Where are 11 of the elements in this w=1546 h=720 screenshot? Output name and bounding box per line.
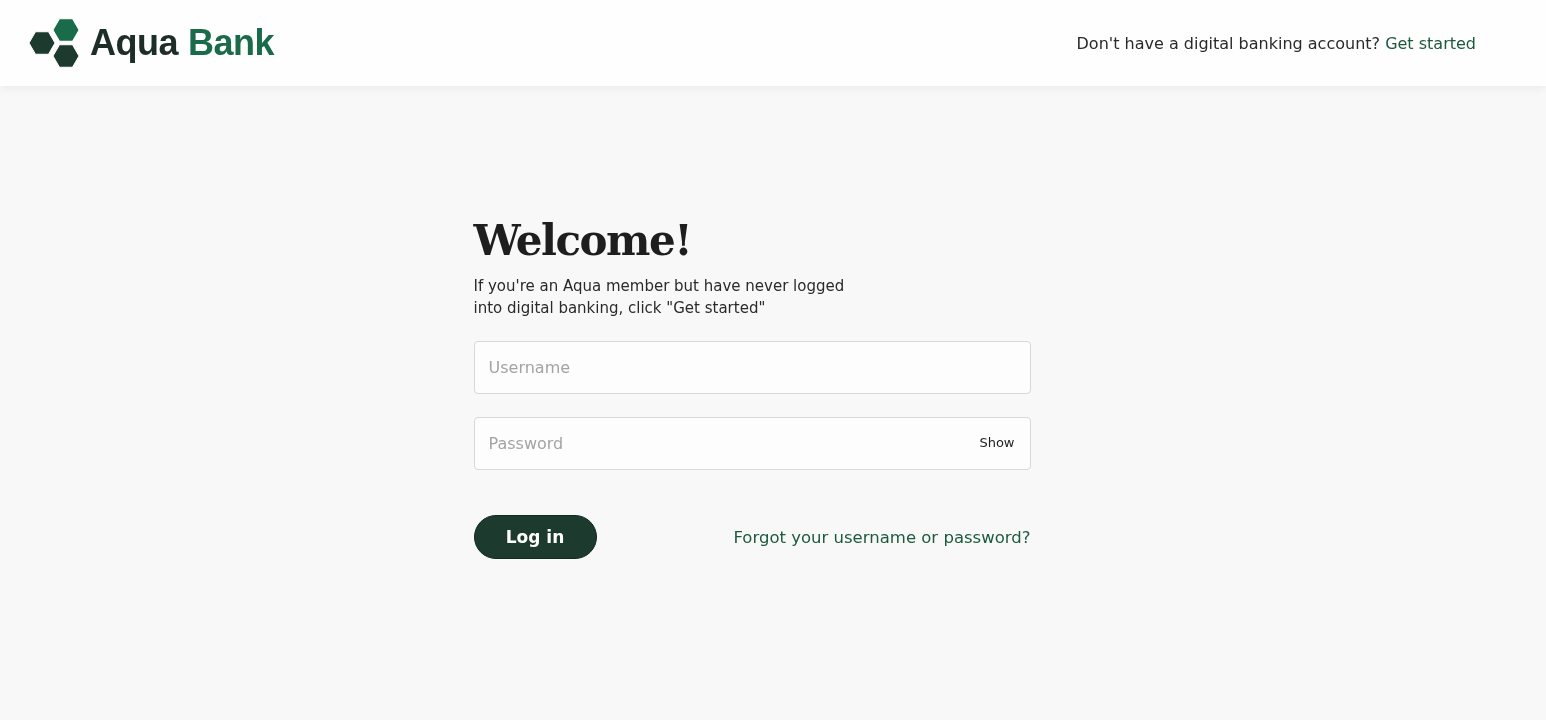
intro-text: If you're an Aqua member but have never logged into digital banking, click "Get started" xyxy=(473,276,846,319)
brand-name: Aqua xyxy=(90,22,178,64)
get-started-link[interactable]: Get started xyxy=(1385,33,1476,53)
welcome-heading: Welcome! xyxy=(473,216,693,265)
username-field[interactable]: Username xyxy=(473,341,1031,394)
signup-prompt: Don't have a digital banking account? Get started xyxy=(1076,33,1476,53)
forgot-credentials-link[interactable]: Forgot your username or password? xyxy=(733,527,1031,547)
hexagon-logo-icon xyxy=(28,18,80,68)
brand-name: Bank xyxy=(188,22,275,64)
show-password-button[interactable]: Show xyxy=(979,435,1015,450)
login-button[interactable]: Log in xyxy=(473,515,597,559)
